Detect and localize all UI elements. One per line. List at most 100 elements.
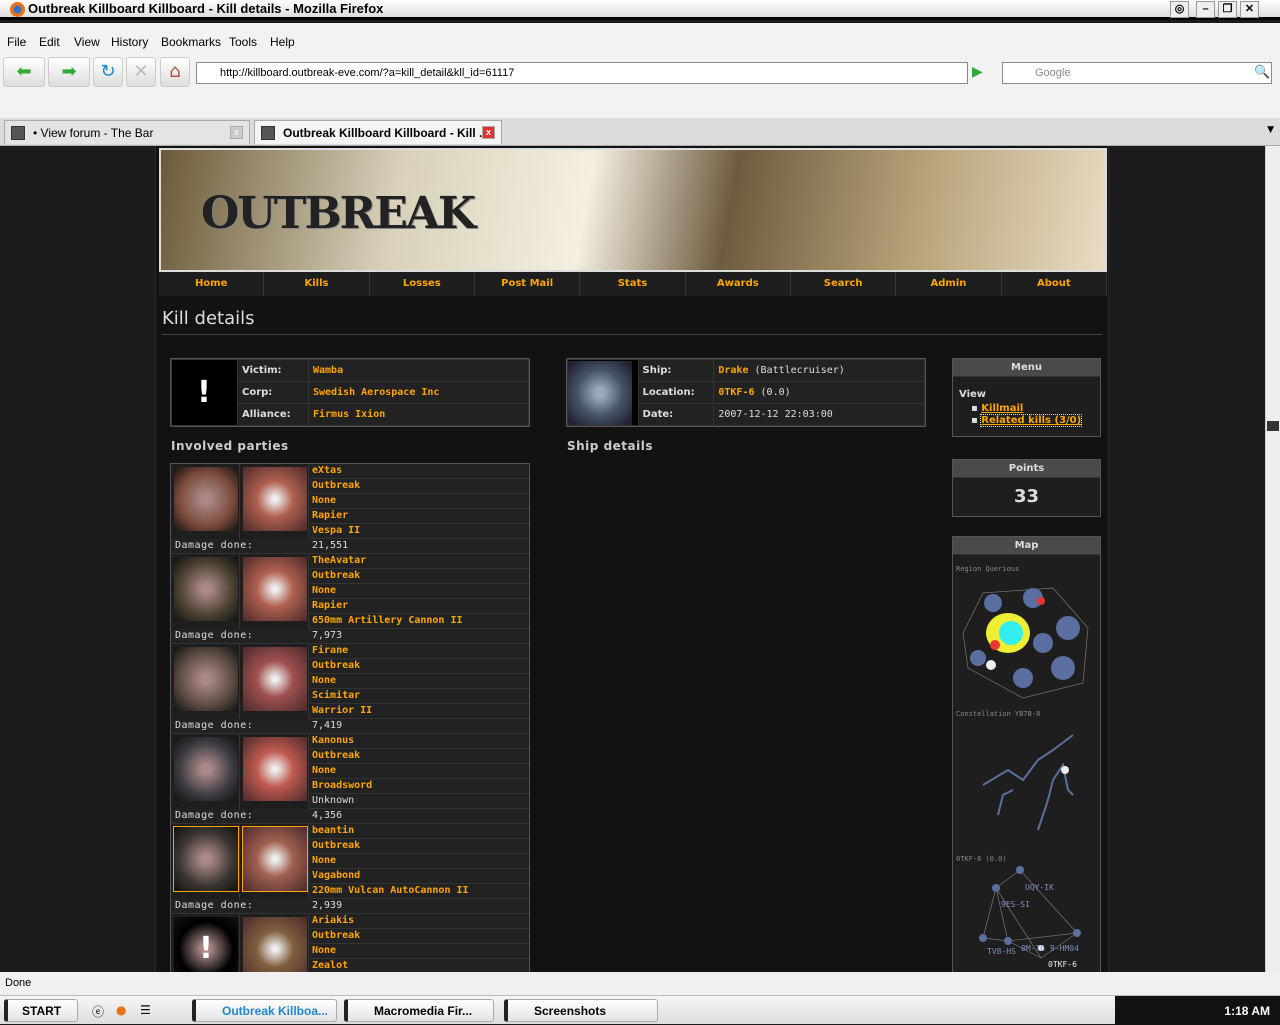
related-kills-link[interactable]: ▪ Related kills (3/0) — [971, 414, 1100, 427]
party-name-link[interactable]: Kanonus — [309, 734, 529, 749]
url-bar[interactable]: http://killboard.outbreak-eve.com/?a=kil… — [196, 62, 968, 84]
menu-help[interactable]: Help — [270, 35, 295, 49]
ship-icon[interactable] — [240, 734, 309, 809]
constellation-map[interactable] — [953, 720, 1101, 850]
party-name-link[interactable]: beantin — [309, 824, 529, 839]
system-map[interactable] — [953, 865, 1101, 972]
party-ship-link[interactable]: Broadsword — [309, 779, 529, 794]
party-ship-link[interactable]: Vagabond — [309, 869, 529, 884]
party-name-link[interactable]: Firane — [309, 644, 529, 659]
menu-edit[interactable]: Edit — [39, 35, 60, 49]
pilot-portrait[interactable] — [171, 644, 240, 719]
party-ship-link[interactable]: Rapier — [309, 509, 529, 524]
nav-admin[interactable]: Admin — [896, 272, 1002, 296]
damage-value: 21,551 — [309, 539, 529, 554]
party-corp-link[interactable]: Outbreak — [309, 749, 529, 764]
vertical-scrollbar[interactable] — [1265, 146, 1280, 972]
victim-corp-link[interactable]: Swedish Aerospace Inc — [313, 387, 439, 398]
scrollbar-thumb[interactable] — [1267, 421, 1279, 431]
ship-icon[interactable] — [240, 914, 309, 972]
ship-icon[interactable] — [240, 644, 309, 719]
alliance-label: Alliance: — [238, 404, 308, 425]
killmail-link[interactable]: ▪ Killmail — [971, 403, 1100, 415]
region-map[interactable] — [953, 573, 1101, 703]
status-bar: Done — [0, 972, 1280, 995]
tab-view-forum[interactable]: • View forum - The Bar x — [4, 120, 250, 144]
nav-awards[interactable]: Awards — [686, 272, 791, 296]
party-weapon-link[interactable]: Warrior II — [309, 704, 529, 719]
nav-search[interactable]: Search — [791, 272, 897, 296]
victim-alliance-link[interactable]: Firmus Ixion — [313, 409, 385, 420]
system-link[interactable]: 0TKF-6 — [718, 387, 754, 398]
party-corp-link[interactable]: Outbreak — [309, 569, 529, 584]
party-name-link[interactable]: Ariakis — [309, 914, 529, 929]
victim-name-link[interactable]: Wamba — [313, 365, 343, 376]
pilot-portrait[interactable] — [171, 554, 240, 629]
party-weapon-link[interactable]: 220mm Vulcan AutoCannon II — [309, 884, 529, 899]
ship-icon[interactable] — [240, 824, 309, 899]
party-corp-link[interactable]: Outbreak — [309, 659, 529, 674]
close-tab-icon[interactable]: x — [482, 126, 495, 139]
party-alliance-link[interactable]: None — [309, 854, 529, 869]
close-tab-icon[interactable]: x — [230, 126, 243, 139]
party-ship-link[interactable]: Scimitar — [309, 689, 529, 704]
party-corp-link[interactable]: Outbreak — [309, 479, 529, 494]
tab-list-icon[interactable]: ▼ — [1267, 125, 1274, 135]
nav-home[interactable]: Home — [159, 272, 265, 296]
ship-icon[interactable] — [240, 464, 309, 539]
party-alliance-link[interactable]: None — [309, 494, 529, 509]
ship-icon[interactable] — [240, 554, 309, 629]
pilot-portrait[interactable] — [171, 464, 240, 539]
quicklaunch-page-icon[interactable]: ☰ — [140, 1003, 151, 1017]
menu-view[interactable]: View — [74, 35, 100, 49]
pilot-portrait[interactable] — [171, 734, 240, 809]
quicklaunch-ie-icon[interactable]: ⓔ — [92, 1003, 104, 1020]
party-alliance-link[interactable]: None — [309, 764, 529, 779]
stop-button[interactable]: ✕ — [126, 57, 156, 87]
party-name-link[interactable]: eXtas — [309, 464, 529, 479]
search-icon[interactable]: 🔍 — [1254, 65, 1270, 80]
pilot-portrait[interactable]: ! — [171, 914, 240, 972]
reload-button[interactable]: ↻ — [93, 57, 123, 87]
home-button[interactable]: ⌂ — [160, 57, 190, 87]
back-button[interactable]: ⬅ — [3, 57, 45, 87]
menu-file[interactable]: File — [7, 35, 26, 49]
involved-parties-heading: Involved parties — [171, 439, 289, 453]
party-name-link[interactable]: TheAvatar — [309, 554, 529, 569]
party-weapon-link[interactable]: Vespa II — [309, 524, 529, 539]
ship-name-link[interactable]: Drake — [718, 365, 748, 376]
party-corp-link[interactable]: Outbreak — [309, 839, 529, 854]
close-button[interactable]: ✕ — [1240, 1, 1259, 18]
menu-bookmarks[interactable]: Bookmarks — [161, 35, 221, 49]
task-firefox[interactable]: Outbreak Killboa... — [192, 999, 337, 1022]
nav-losses[interactable]: Losses — [370, 272, 475, 296]
nav-kills[interactable]: Kills — [264, 272, 370, 296]
pilot-portrait[interactable] — [171, 824, 240, 899]
pin-icon[interactable]: ◎ — [1170, 1, 1189, 18]
page-icon — [11, 126, 25, 140]
quicklaunch-firefox-icon[interactable]: ● — [116, 1003, 126, 1017]
minimize-button[interactable]: – — [1196, 1, 1215, 18]
nav-post-mail[interactable]: Post Mail — [475, 272, 581, 296]
task-macromedia[interactable]: Macromedia Fir... — [344, 999, 494, 1022]
tab-killboard[interactable]: Outbreak Killboard Killboard - Kill ... x — [254, 120, 502, 144]
party-weapon-link[interactable]: 650mm Artillery Cannon II — [309, 614, 529, 629]
damage-label: Damage done: — [171, 899, 309, 914]
search-input[interactable]: Google — [1002, 62, 1272, 84]
go-icon[interactable]: ▶ — [972, 64, 983, 80]
ship-details-heading: Ship details — [567, 439, 653, 453]
party-ship-link[interactable]: Rapier — [309, 599, 529, 614]
maximize-button[interactable]: ❐ — [1218, 1, 1237, 18]
menu-history[interactable]: History — [111, 35, 148, 49]
nav-about[interactable]: About — [1002, 272, 1107, 296]
party-alliance-link[interactable]: None — [309, 584, 529, 599]
start-button[interactable]: START — [4, 999, 78, 1022]
task-screenshots[interactable]: Screenshots — [504, 999, 658, 1022]
nav-stats[interactable]: Stats — [580, 272, 686, 296]
menu-tools[interactable]: Tools — [229, 35, 257, 49]
forward-button[interactable]: ➡ — [48, 57, 90, 87]
party-alliance-link[interactable]: None — [309, 674, 529, 689]
party-alliance-link[interactable]: None — [309, 944, 529, 959]
party-ship-link[interactable]: Zealot — [309, 959, 529, 972]
party-corp-link[interactable]: Outbreak — [309, 929, 529, 944]
